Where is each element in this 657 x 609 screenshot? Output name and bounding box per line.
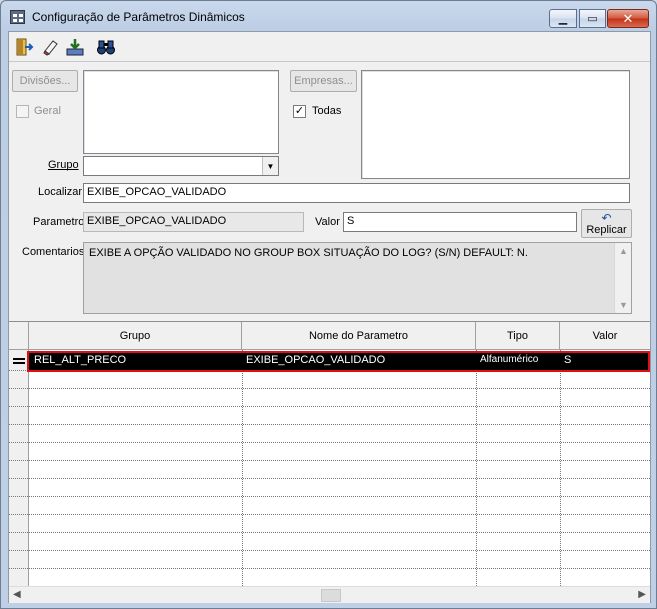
parametro-label: Parametro <box>33 216 85 228</box>
window-title: Configuração de Parâmetros Dinâmicos <box>32 10 245 24</box>
exit-button[interactable] <box>12 35 35 59</box>
main-window: Configuração de Parâmetros Dinâmicos ▁ ▭… <box>0 0 657 609</box>
selection-highlight <box>27 351 650 372</box>
comentarios-memo: EXIBE A OPÇÃO VALIDADO NO GROUP BOX SITU… <box>83 242 632 314</box>
comentarios-scrollbar[interactable]: ▲ ▼ <box>614 243 631 313</box>
close-button[interactable]: ✕ <box>607 9 649 28</box>
eraser-icon <box>42 40 58 56</box>
download-tray-icon <box>66 39 83 56</box>
empresas-list[interactable] <box>361 70 630 179</box>
replicar-label: Replicar <box>586 223 627 236</box>
undo-arrow-icon: ↶ <box>601 210 612 225</box>
grid-header-tipo[interactable]: Tipo <box>476 322 560 350</box>
maximize-icon: ▭ <box>587 13 598 25</box>
valor-input[interactable]: S <box>343 212 577 232</box>
close-icon: ✕ <box>622 10 634 26</box>
comentarios-label: Comentarios <box>22 246 85 258</box>
todas-label: Todas <box>312 105 342 117</box>
geral-checkbox[interactable] <box>16 105 29 118</box>
divisoes-list[interactable] <box>83 70 279 154</box>
client-area: Divisões... Geral Empresas... ✓ Todas Gr… <box>8 31 651 603</box>
empresas-button[interactable]: Empresas... <box>290 70 357 92</box>
scroll-down-icon[interactable]: ▼ <box>619 300 628 310</box>
grid-header-valor[interactable]: Valor <box>560 322 650 350</box>
maximize-button[interactable]: ▭ <box>579 9 606 28</box>
minimize-icon: ▁ <box>558 13 568 25</box>
binoculars-icon <box>96 40 115 55</box>
parameters-grid: Grupo Nome do Parametro Tipo Valor REL_A… <box>9 321 650 603</box>
scroll-thumb[interactable] <box>321 589 341 602</box>
horizontal-scrollbar[interactable]: ◀ ▶ <box>9 586 650 603</box>
toolbar <box>9 32 650 62</box>
grid-header-grupo[interactable]: Grupo <box>29 322 242 350</box>
scroll-right-icon[interactable]: ▶ <box>638 589 646 600</box>
grupo-label: Grupo <box>48 159 79 171</box>
current-row-marker-icon <box>13 358 25 364</box>
search-button[interactable] <box>94 35 117 59</box>
grupo-combo[interactable]: ▼ <box>83 156 279 176</box>
localizar-label: Localizar <box>38 186 83 198</box>
todas-checkbox[interactable]: ✓ <box>293 105 306 118</box>
eraser-button[interactable] <box>39 35 62 59</box>
title-bar[interactable]: Configuração de Parâmetros Dinâmicos ▁ ▭… <box>1 1 656 31</box>
app-table-icon <box>10 10 25 24</box>
valor-label: Valor <box>315 216 340 228</box>
minimize-button[interactable]: ▁ <box>549 9 577 28</box>
divisoes-button[interactable]: Divisões... <box>12 70 78 92</box>
replicar-button[interactable]: ↶ Replicar <box>581 209 632 238</box>
exit-icon <box>16 38 33 56</box>
grid-header-nome[interactable]: Nome do Parametro <box>242 322 476 350</box>
chevron-down-icon[interactable]: ▼ <box>262 157 278 175</box>
comentarios-text: EXIBE A OPÇÃO VALIDADO NO GROUP BOX SITU… <box>89 247 528 259</box>
geral-label: Geral <box>34 105 61 117</box>
parametro-field: EXIBE_OPCAO_VALIDADO <box>83 212 304 232</box>
download-button[interactable] <box>63 35 86 59</box>
scroll-left-icon[interactable]: ◀ <box>13 589 21 600</box>
scroll-up-icon[interactable]: ▲ <box>619 246 628 256</box>
grid-corner <box>9 322 29 350</box>
localizar-input[interactable]: EXIBE_OPCAO_VALIDADO <box>83 183 630 203</box>
